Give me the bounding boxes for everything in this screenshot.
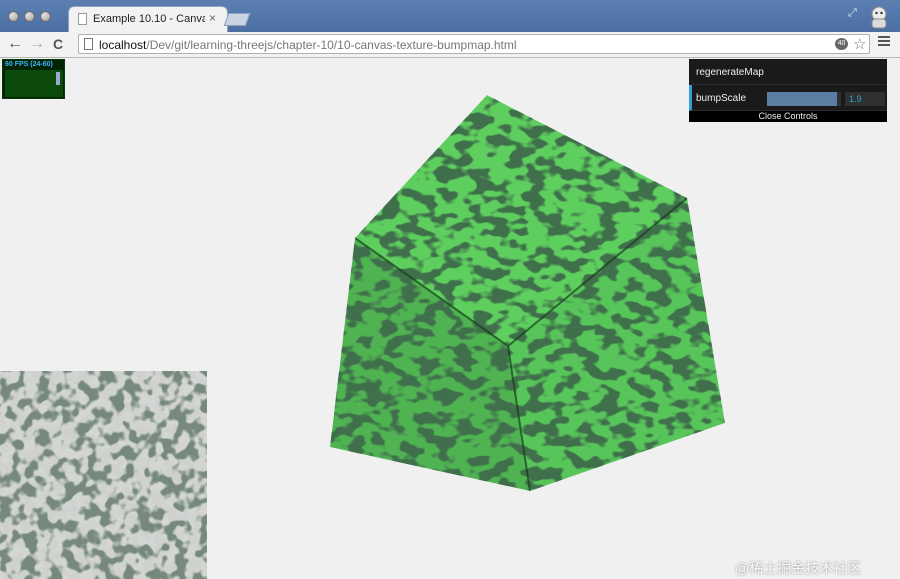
fps-graph [5, 70, 63, 97]
url-text[interactable]: localhost/Dev/git/learning-threejs/chapt… [99, 38, 517, 52]
browser-titlebar: Example 10.10 - Canvas t × ⤢ [0, 0, 900, 32]
new-tab-button[interactable] [223, 13, 251, 26]
page-viewport: 60 FPS (24-60) regenerateMap bumpScale 1… [0, 58, 900, 579]
page-icon [84, 38, 93, 50]
regenerate-map-label: regenerateMap [696, 67, 764, 78]
bump-mapped-cube [330, 95, 725, 491]
fullscreen-icon[interactable]: ⤢ [848, 7, 857, 20]
bump-map-preview [0, 371, 207, 579]
star-icon[interactable]: ☆ [853, 35, 866, 53]
tab-title: Example 10.10 - Canvas t [93, 13, 205, 25]
window-zoom-button[interactable] [40, 11, 51, 22]
forward-icon[interactable]: → [29, 35, 45, 53]
url-host: localhost [99, 38, 147, 52]
profile-avatar-icon[interactable] [866, 4, 892, 30]
browser-toolbar: ← → C localhost/Dev/git/learning-threejs… [0, 32, 900, 58]
watermark: @稀土掘金技术社区 [735, 560, 862, 576]
browser-tab[interactable]: Example 10.10 - Canvas t × [68, 6, 228, 32]
page-icon [78, 13, 87, 25]
reload-icon[interactable]: C [53, 35, 63, 53]
window-minimize-button[interactable] [24, 11, 35, 22]
bump-scale-slider-fill [767, 92, 838, 106]
extension-icon[interactable]: 40 [835, 38, 848, 50]
address-bar[interactable]: localhost/Dev/git/learning-threejs/chapt… [78, 34, 870, 54]
menu-icon[interactable] [878, 36, 890, 48]
regenerate-map-button[interactable]: regenerateMap [689, 59, 887, 85]
bump-scale-slider[interactable] [767, 92, 841, 106]
close-icon[interactable]: × [209, 11, 216, 25]
fps-stats-panel[interactable]: 60 FPS (24-60) [2, 59, 65, 99]
url-path: /Dev/git/learning-threejs/chapter-10/10-… [146, 38, 517, 52]
fps-graph-bar [56, 72, 60, 85]
fps-label: 60 FPS (24-60) [5, 61, 53, 68]
back-icon[interactable]: ← [7, 35, 23, 53]
bump-scale-input[interactable]: 1.9 [845, 92, 885, 106]
window-close-button[interactable] [8, 11, 19, 22]
